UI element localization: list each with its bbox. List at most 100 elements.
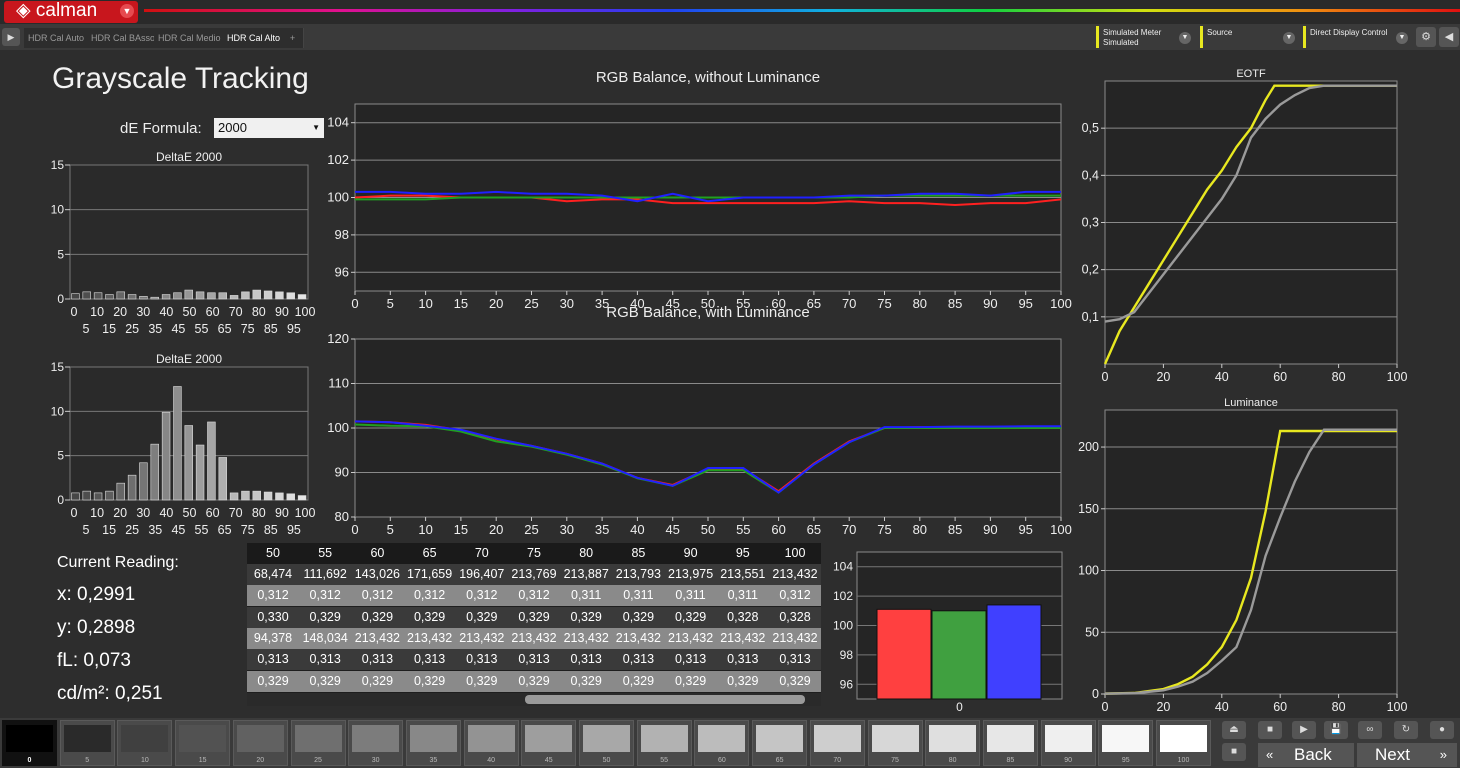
patch-label: 60 <box>717 757 726 764</box>
patch-swatch[interactable]: 35 <box>405 720 461 766</box>
table-cell: 0,329 <box>727 673 759 688</box>
patch-label: 20 <box>256 757 265 764</box>
table-cell: 0,313 <box>518 652 550 667</box>
patch-swatch[interactable]: 0 <box>2 720 57 766</box>
patch-color <box>1160 725 1207 752</box>
patch-label: 70 <box>833 757 842 764</box>
patch-swatch[interactable]: 75 <box>867 720 923 766</box>
de-formula-label: dE Formula: <box>120 120 202 137</box>
chevron-down-icon[interactable]: ▼ <box>120 4 134 18</box>
column-header: 60 <box>370 546 385 560</box>
table-row: 0,312 0,312 0,312 0,312 0,312 0,312 0,311 0,311… <box>247 585 821 607</box>
back-arrow-icon: « <box>1266 747 1274 762</box>
de-formula-select[interactable]: 2000 ▼ <box>214 118 324 138</box>
patch-color <box>294 725 342 752</box>
reading-table: 50 55 60 65 70 75 80 85 90 95 100 68,474 111,692 143,… <box>247 543 821 706</box>
record-icon[interactable]: ● <box>1430 721 1454 739</box>
table-cell: 0,329 <box>622 609 655 624</box>
play-icon[interactable]: ▶ <box>2 28 20 46</box>
column-header: 75 <box>527 546 541 560</box>
add-tab-icon[interactable]: + <box>282 28 304 48</box>
refresh-icon[interactable]: ↻ <box>1394 721 1418 739</box>
meter-label: Simulated Meter <box>1103 28 1162 37</box>
tab-hdr-cal-medio[interactable]: HDR Cal Medio <box>154 28 226 48</box>
patch-swatch[interactable]: 45 <box>521 720 577 766</box>
scroll-thumb[interactable] <box>525 695 805 704</box>
stop-icon[interactable]: ■ <box>1222 743 1246 761</box>
current-reading: Current Reading: x: 0,2991 y: 0,2898 fL:… <box>57 554 179 716</box>
patch-swatch[interactable]: 85 <box>982 720 1038 766</box>
table-cell: 0,329 <box>674 609 707 624</box>
table-row: 94,378 148,034 213,432 213,432 213,432 213,43… <box>247 627 821 649</box>
patch-swatch[interactable]: 60 <box>694 720 750 766</box>
patch-swatch[interactable]: 50 <box>579 720 634 766</box>
tab-hdr-cal-basso[interactable]: HDR Cal BAsso <box>87 28 161 48</box>
patch-swatch[interactable]: 25 <box>290 720 346 766</box>
patch-color <box>352 725 400 752</box>
patch-swatch[interactable]: 20 <box>232 720 288 766</box>
table-scrollbar[interactable] <box>247 693 821 706</box>
meter-value: Simulated <box>1103 38 1139 47</box>
chevron-down-icon: ▼ <box>1179 32 1191 44</box>
patch-label: 100 <box>1177 757 1190 764</box>
table-cell: 0,313 <box>570 652 602 667</box>
patch-swatch[interactable]: 15 <box>175 720 231 766</box>
patch-swatch[interactable]: 80 <box>925 720 981 766</box>
patch-swatch[interactable]: 10 <box>117 720 173 766</box>
patch-label: 75 <box>891 757 899 764</box>
table-cell: 94,378 <box>253 630 293 645</box>
table-cell: 0,329 <box>622 673 655 688</box>
patch-swatch[interactable]: 100 <box>1156 720 1211 766</box>
play-icon[interactable]: ▶ <box>1292 721 1316 739</box>
table-cell: 213,432 <box>511 630 557 645</box>
column-header: 100 <box>784 546 806 560</box>
patch-color <box>871 725 919 752</box>
column-header: 90 <box>683 546 698 560</box>
table-cell: 171,659 <box>407 567 453 581</box>
patch-swatch[interactable]: 95 <box>1098 720 1154 766</box>
table-cell: 0,329 <box>518 609 550 624</box>
table-cell: 0,313 <box>466 652 498 667</box>
meter-dropdown[interactable]: Simulated Meter Simulated ▼ <box>1096 26 1194 48</box>
logo-text: calman <box>35 0 98 21</box>
calman-logo[interactable]: ◈ calman ▼ <box>4 1 138 23</box>
save-icon[interactable]: 💾 <box>1324 721 1348 739</box>
stop-icon[interactable]: ■ <box>1258 721 1282 739</box>
patch-color <box>63 725 111 752</box>
patch-swatch[interactable]: 65 <box>752 720 808 766</box>
tab-hdr-cal-alto[interactable]: HDR Cal Alto <box>223 28 286 48</box>
table-row: 68,474 111,692 143,026 171,659 196,407 213,76… <box>247 564 821 585</box>
main-panel: Grayscale Tracking dE Formula: 2000 ▼ Cur… <box>0 50 1460 718</box>
display-dropdown[interactable]: Direct Display Control ▼ <box>1303 26 1411 48</box>
collapse-icon[interactable]: ◀ <box>1439 27 1459 47</box>
patch-color <box>756 725 804 752</box>
eject-icon[interactable]: ⏏ <box>1222 721 1246 739</box>
next-button[interactable]: Next » <box>1357 743 1457 767</box>
patch-swatch[interactable]: 30 <box>348 720 404 766</box>
table-cell: 0,329 <box>413 609 446 624</box>
table-cell: 0,312 <box>779 588 811 603</box>
patch-swatch[interactable]: 90 <box>1040 720 1096 766</box>
table-cell: 0,329 <box>309 673 341 688</box>
table-cell: 0,329 <box>309 609 341 624</box>
gear-icon[interactable]: ⚙ <box>1416 27 1436 47</box>
table-cell: 0,329 <box>779 673 811 688</box>
table-cell: 0,329 <box>466 609 498 624</box>
patch-swatch[interactable]: 70 <box>809 720 865 766</box>
table-cell: 0,312 <box>413 588 446 603</box>
tab-hdr-cal-auto[interactable]: HDR Cal Auto <box>24 28 90 48</box>
patch-swatch[interactable]: 40 <box>463 720 519 766</box>
patch-color <box>813 725 861 752</box>
patch-label: 95 <box>1121 757 1130 764</box>
reading-cdm2: cd/m²: 0,251 <box>57 683 163 704</box>
source-dropdown[interactable]: Source ▼ <box>1200 26 1298 48</box>
table-cell: 0,313 <box>779 652 811 667</box>
back-button[interactable]: « Back <box>1258 743 1354 767</box>
title-bar: ◈ calman ▼ <box>0 0 1460 24</box>
loop-icon[interactable]: ∞ <box>1358 721 1382 739</box>
chevron-down-icon: ▼ <box>1283 32 1295 44</box>
patch-swatch[interactable]: 5 <box>59 720 115 766</box>
patch-swatch[interactable]: 55 <box>636 720 692 766</box>
patch-color <box>121 725 169 752</box>
table-row: 0,330 0,329 0,329 0,329 0,329 0,329 0,329 0,329… <box>247 606 821 628</box>
